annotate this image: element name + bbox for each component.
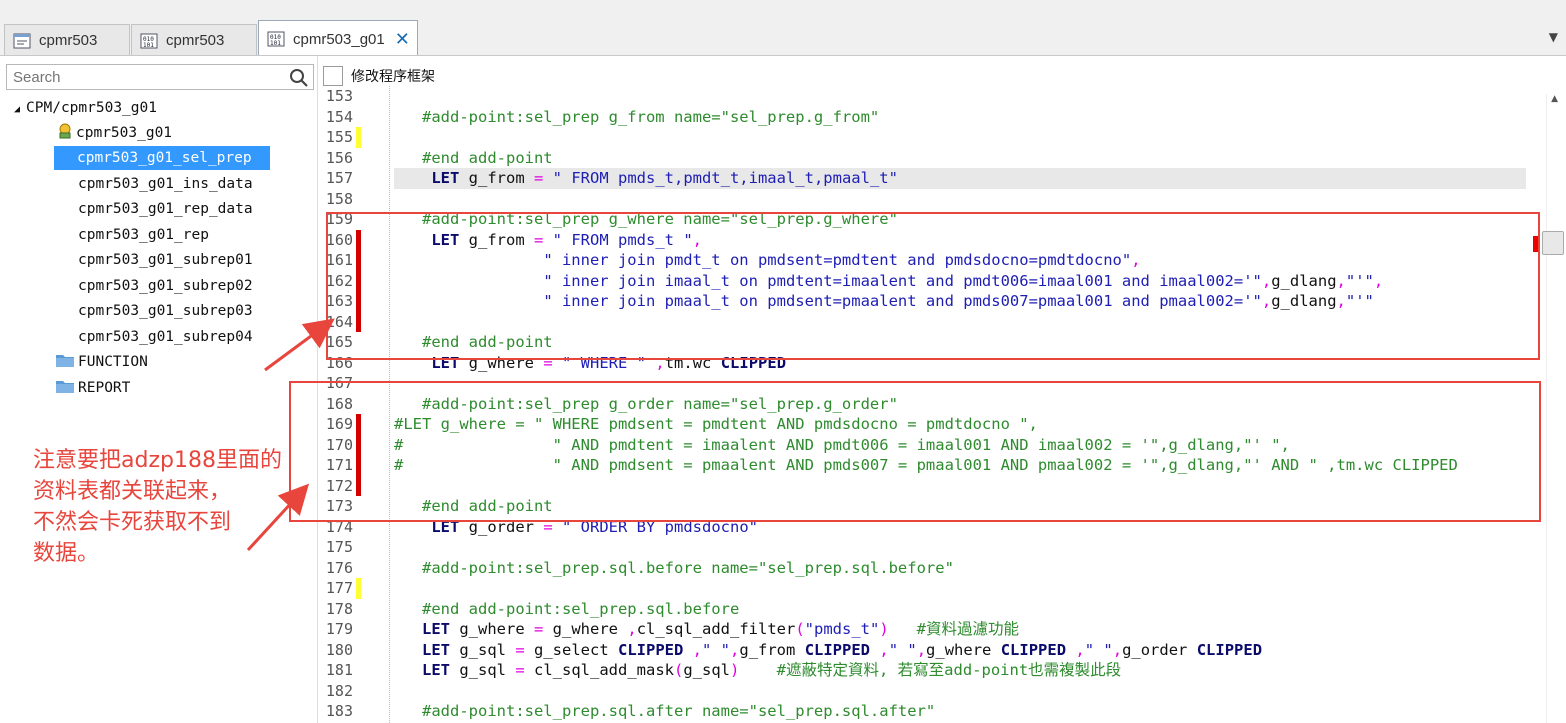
arrow-to-order-box [246,483,310,552]
arrow-to-where-box [264,318,335,372]
annotation-arrows [246,318,335,552]
